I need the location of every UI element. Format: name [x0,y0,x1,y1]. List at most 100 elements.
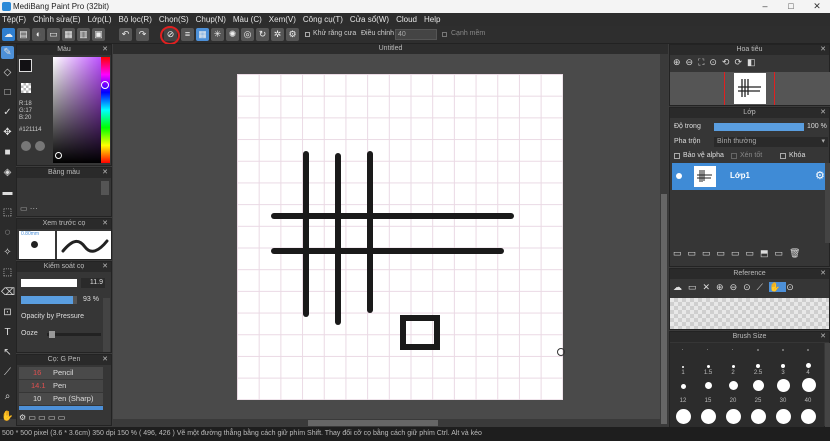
size-dot[interactable] [681,384,686,389]
ooze-slider[interactable] [47,331,101,338]
parallel-snap-icon[interactable]: ≡ [181,28,194,41]
lock-checkbox[interactable] [780,153,786,159]
brush-item-pen[interactable]: 14.1 Pen [19,380,103,392]
close-icon[interactable]: ✕ [102,219,108,229]
size-dot[interactable] [751,409,766,424]
cross-snap-icon[interactable]: ✳ [211,28,224,41]
menu-edit[interactable]: Chỉnh sửa(E) [33,13,81,26]
bucket-tool-icon[interactable]: ◈ [1,166,14,179]
save-icon[interactable]: ▦ [62,28,75,41]
cloud-icon[interactable]: ☁ [2,28,15,41]
vanish-snap-icon[interactable]: ✲ [271,28,284,41]
operation-tool-icon[interactable]: ↖ [1,346,14,359]
horizontal-scrollbar[interactable] [113,419,668,427]
size-dot[interactable] [806,363,811,368]
circle-snap-icon[interactable]: ◎ [241,28,254,41]
adjust-input[interactable]: 40 [395,29,437,40]
settings-icon[interactable]: ⚙ [286,28,299,41]
size-dot[interactable] [676,409,691,424]
minimize-button[interactable]: – [752,0,778,13]
opacity-slider[interactable] [21,296,77,304]
color-mixer-icon[interactable] [35,141,45,151]
layer-scrollbar[interactable] [825,163,830,243]
select-tool-icon[interactable]: ⬚ [1,206,14,219]
open-icon[interactable]: ▭ [47,28,60,41]
antialias-checkbox[interactable] [305,32,310,37]
selected-brush-item[interactable] [19,406,103,410]
size-slider[interactable] [21,279,77,287]
menu-select[interactable]: Chọn(S) [159,13,189,26]
menu-filter[interactable]: Bộ lọc(R) [119,13,152,26]
layer-opacity-slider[interactable] [714,123,804,131]
size-dot[interactable] [802,378,816,392]
size-dot[interactable] [701,409,716,424]
horizontal-scroll-thumb[interactable] [308,420,438,426]
radial-snap-icon[interactable]: ✺ [226,28,239,41]
menu-color[interactable]: Màu (C) [233,13,262,26]
foreground-color-swatch[interactable] [19,59,32,72]
select-eraser-icon[interactable]: ⌫ [1,286,15,299]
size-dot[interactable] [801,409,816,424]
close-icon[interactable]: ✕ [820,332,826,342]
menu-layer[interactable]: Lớp(L) [88,13,112,26]
size-dot[interactable] [705,382,712,389]
menu-help[interactable]: Help [424,13,440,26]
reference-toolbar[interactable]: ☁▭✕⊕⊖⊙⟋✋⊙ [673,282,800,293]
size-dot[interactable] [726,409,741,424]
brush-tool-icon[interactable]: ✎ [1,46,14,59]
close-icon[interactable]: ✕ [820,45,826,55]
size-dot[interactable] [756,364,760,368]
size-dot[interactable] [682,349,683,350]
gradient-tool-icon[interactable]: ▬ [1,186,14,199]
eraser-tool-icon[interactable]: ◇ [1,66,14,79]
menu-window[interactable]: Cửa sổ(W) [350,13,389,26]
size-dot[interactable] [707,349,708,350]
magic-wand-icon[interactable]: ✧ [1,246,14,259]
drawing-canvas[interactable] [237,74,563,400]
size-dot[interactable] [757,349,759,351]
menu-view[interactable]: Xem(V) [269,13,296,26]
size-dot[interactable] [777,379,790,392]
undo-icon[interactable]: ↶ [119,28,132,41]
add-color-icon[interactable]: ▭ ⋯ [20,204,38,213]
size-dot[interactable] [732,365,735,368]
brush-list-icons[interactable]: ⚙ ▭ ▭ ▭ ▭ [19,413,65,422]
navigator-zoom-icons[interactable]: ⊕⊖⛶⊙⟲⟳◧ [673,57,761,68]
close-icon[interactable]: ✕ [102,262,108,272]
close-icon[interactable]: ✕ [102,168,108,178]
size-dot[interactable] [753,380,764,391]
ooze-handle[interactable] [49,331,55,338]
comment-icon[interactable]: ◐ [32,28,45,41]
color-picker-icon[interactable] [21,141,31,151]
gear-icon[interactable]: ⚙ [815,169,825,182]
document-tab[interactable]: Untitled [113,44,668,54]
close-icon[interactable]: ✕ [820,108,826,118]
share-icon[interactable]: ▣ [92,28,105,41]
size-dot[interactable] [707,365,710,368]
new-file-icon[interactable]: ▤ [17,28,30,41]
divide-tool-icon[interactable]: ⊡ [1,306,14,319]
brush-item-pen-sharp[interactable]: 10 Pen (Sharp) [19,393,103,405]
hue-slider[interactable] [101,57,110,163]
lasso-tool-icon[interactable]: ◌ [1,226,14,239]
protect-alpha-checkbox[interactable] [674,153,680,159]
size-dot[interactable] [729,381,738,390]
menu-file[interactable]: Tệp(F) [2,13,26,26]
curve-snap-icon[interactable]: ↻ [256,28,269,41]
size-dot[interactable] [776,409,791,424]
menu-cloud[interactable]: Cloud [396,13,417,26]
close-button[interactable]: ✕ [804,0,830,13]
size-dot[interactable] [807,349,809,351]
layer-action-icons[interactable]: ▭▭▭▭▭▭⬒▭🗑 [673,248,806,259]
pen-tool-icon[interactable]: ✓ [1,106,14,119]
rect-tool-icon[interactable]: □ [1,86,14,99]
grid-icon[interactable]: ▥ [77,28,90,41]
layer-row[interactable]: Lớp1 ⚙ [672,163,829,190]
grid-snap-icon[interactable]: ▦ [196,28,209,41]
close-icon[interactable]: ✕ [102,45,108,55]
brush-item-pencil[interactable]: 16 Pencil [19,367,103,379]
fill-tool-icon[interactable]: ■ [1,146,14,159]
transparent-swatch[interactable] [21,83,31,93]
clipping-checkbox[interactable] [731,153,737,159]
reference-canvas[interactable] [670,298,829,329]
